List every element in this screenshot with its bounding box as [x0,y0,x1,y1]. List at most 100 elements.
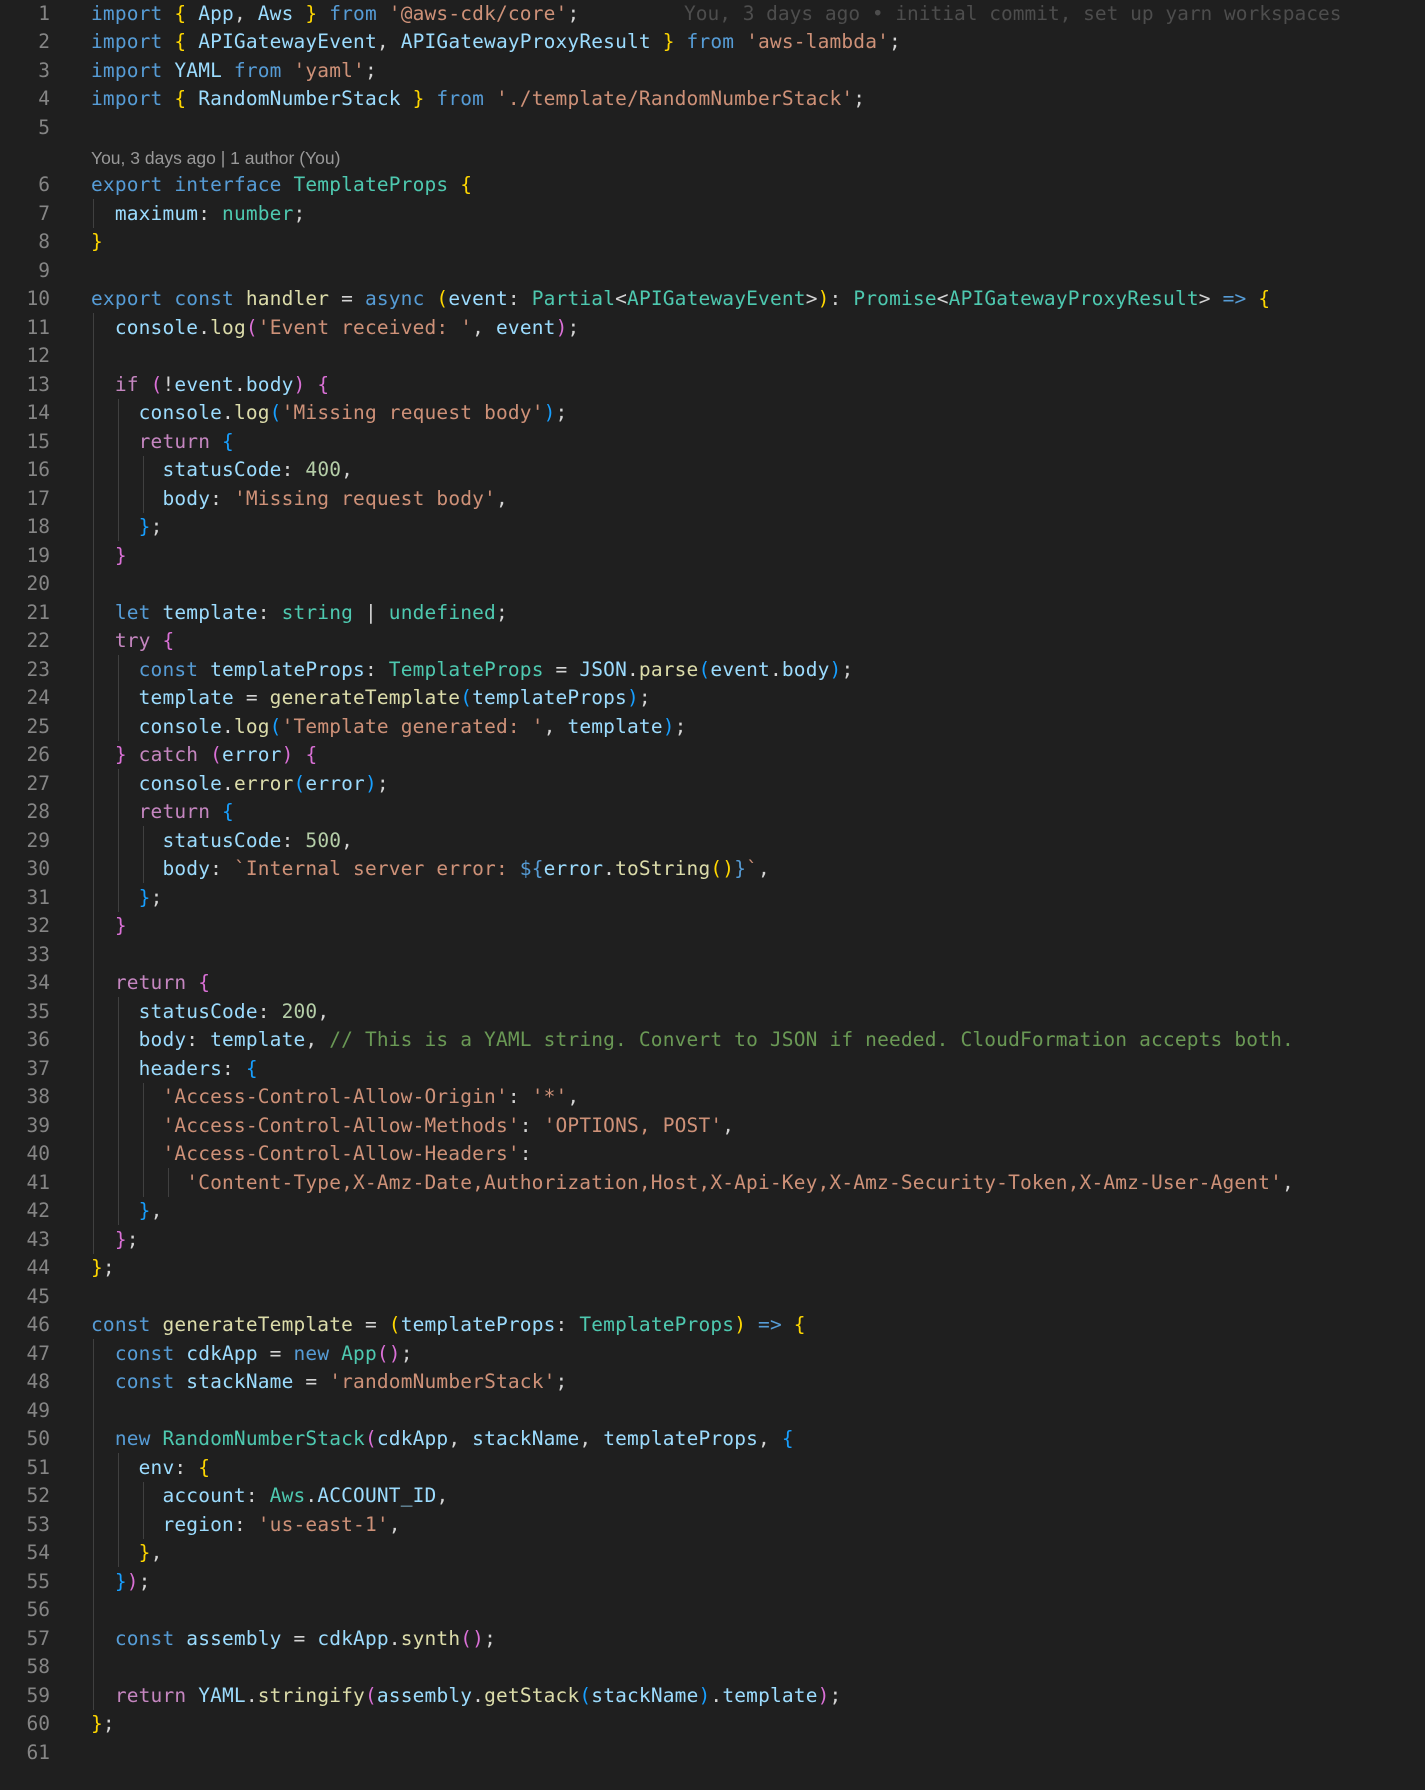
code-line[interactable]: 26 } catch (error) { [0,740,1425,769]
code-line[interactable]: 24 template = generateTemplate(templateP… [0,683,1425,712]
code-token: 'Event received: ' [257,315,473,339]
code-line[interactable]: 2 import { APIGatewayEvent, APIGatewayPro… [0,28,1425,57]
code-token: console [138,401,223,425]
inline-git-blame: You, 3 days ago • initial commit, set up… [684,1,1342,25]
code-token: < [936,287,949,311]
code-line[interactable]: 10 export const handler = async (event: P… [0,285,1425,314]
code-line[interactable]: 20 [0,569,1425,598]
code-line[interactable]: 27 console.error(error); [0,769,1425,798]
code-token: . [198,315,211,339]
codelens-blame-summary[interactable]: You, 3 days ago | 1 author (You) [91,144,340,172]
code-token: . [222,401,234,425]
code-text: } [91,230,103,253]
code-line[interactable]: 23 const templateProps: TemplateProps = … [0,655,1425,684]
code-token: ; [638,686,651,710]
code-editor[interactable]: You, 3 days ago | 1 author (You) 1 import… [0,0,1425,1790]
code-line[interactable]: 41 'Content-Type,X-Amz-Date,Authorizatio… [0,1168,1425,1197]
code-line[interactable]: 55 }); [0,1567,1425,1596]
code-line[interactable]: 8} [0,228,1425,257]
code-line[interactable]: 47 const cdkApp = new App(); [0,1339,1425,1368]
code-line[interactable]: 12 [0,341,1425,370]
code-line[interactable]: 43 }; [0,1225,1425,1254]
line-number: 47 [26,1341,50,1365]
code-line[interactable]: 3 import YAML from 'yaml'; [0,56,1425,85]
code-line[interactable]: 4 import { RandomNumberStack } from './te… [0,85,1425,114]
code-line[interactable]: 54 }, [0,1538,1425,1567]
code-line[interactable]: 59 return YAML.stringify(assembly.getSta… [0,1681,1425,1710]
code-token: ; [555,401,568,425]
code-token: , [150,1541,163,1565]
code-line[interactable]: 61 [0,1738,1425,1767]
code-line[interactable]: 44}; [0,1254,1425,1283]
code-token: ; [126,1227,139,1251]
code-line[interactable]: 19 } [0,541,1425,570]
code-token: import [91,30,175,54]
code-line[interactable]: 35 statusCode: 200, [0,997,1425,1026]
code-text: console.log('Missing request body'); [91,401,568,425]
code-line[interactable]: 7 maximum: number; [0,199,1425,228]
code-line[interactable]: 58 [0,1652,1425,1681]
code-token: stringify [257,1683,365,1707]
code-token: from [424,87,496,111]
code-line[interactable]: 31 }; [0,883,1425,912]
code-token: cdkApp [186,1341,258,1365]
code-line[interactable]: 37 headers: { [0,1054,1425,1083]
code-line[interactable]: 60}; [0,1710,1425,1739]
code-line[interactable]: 33 [0,940,1425,969]
code-token: : [257,999,282,1023]
code-line[interactable]: 45 [0,1282,1425,1311]
code-line[interactable]: 49 [0,1396,1425,1425]
code-line[interactable]: 5 [0,113,1425,142]
line-number: 56 [26,1598,50,1622]
line-number: 40 [26,1142,50,1166]
code-line[interactable]: 39 'Access-Control-Allow-Methods': 'OPTI… [0,1111,1425,1140]
code-line[interactable]: 56 [0,1595,1425,1624]
code-token: env [138,1455,175,1479]
code-line[interactable]: 29 statusCode: 500, [0,826,1425,855]
code-line[interactable]: 48 const stackName = 'randomNumberStack'… [0,1367,1425,1396]
code-line[interactable]: 52 account: Aws.ACCOUNT_ID, [0,1481,1425,1510]
code-line[interactable]: 21 let template: string | undefined; [0,598,1425,627]
code-line[interactable]: 34 return { [0,968,1425,997]
code-line[interactable]: 11 console.log('Event received: ', event… [0,313,1425,342]
code-token: return [138,429,223,453]
code-token: : [222,1056,246,1080]
code-line[interactable]: 16 statusCode: 400, [0,455,1425,484]
code-line[interactable]: 15 return { [0,427,1425,456]
code-line[interactable]: 57 const assembly = cdkApp.synth(); [0,1624,1425,1653]
code-line[interactable]: 9 [0,256,1425,285]
code-line[interactable]: 17 body: 'Missing request body', [0,484,1425,513]
code-line[interactable]: 18 }; [0,512,1425,541]
code-line[interactable]: 36 body: template, // This is a YAML str… [0,1025,1425,1054]
code-token: { [222,429,234,453]
code-line[interactable]: 42 }, [0,1196,1425,1225]
code-token: statusCode [162,458,282,482]
code-line[interactable]: 14 console.log('Missing request body'); [0,398,1425,427]
code-line[interactable]: 1 import { App, Aws } from '@aws-cdk/core… [0,0,1425,28]
code-line[interactable]: 40 'Access-Control-Allow-Headers': [0,1139,1425,1168]
code-line[interactable]: 38 'Access-Control-Allow-Origin': '*', [0,1082,1425,1111]
code-token: templateProps [400,1313,556,1337]
code-line[interactable]: 13 if (!event.body) { [0,370,1425,399]
code-line[interactable]: 50 new RandomNumberStack(cdkApp, stackNa… [0,1424,1425,1453]
line-number: 25 [26,714,50,738]
code-line[interactable]: 46 const generateTemplate = (templateProp… [0,1311,1425,1340]
code-line[interactable]: 51 env: { [0,1453,1425,1482]
code-line[interactable]: 30 body: `Internal server error: ${error… [0,854,1425,883]
code-token: . [710,1683,723,1707]
code-line[interactable]: 53 region: 'us-east-1', [0,1510,1425,1539]
code-line[interactable]: 28 return { [0,797,1425,826]
code-line[interactable]: 25 console.log('Template generated: ', t… [0,712,1425,741]
code-line[interactable]: 22 try { [0,626,1425,655]
code-line[interactable]: 6 export interface TemplateProps { [0,171,1425,200]
code-line[interactable]: 32 } [0,911,1425,940]
code-token: , [317,999,330,1023]
